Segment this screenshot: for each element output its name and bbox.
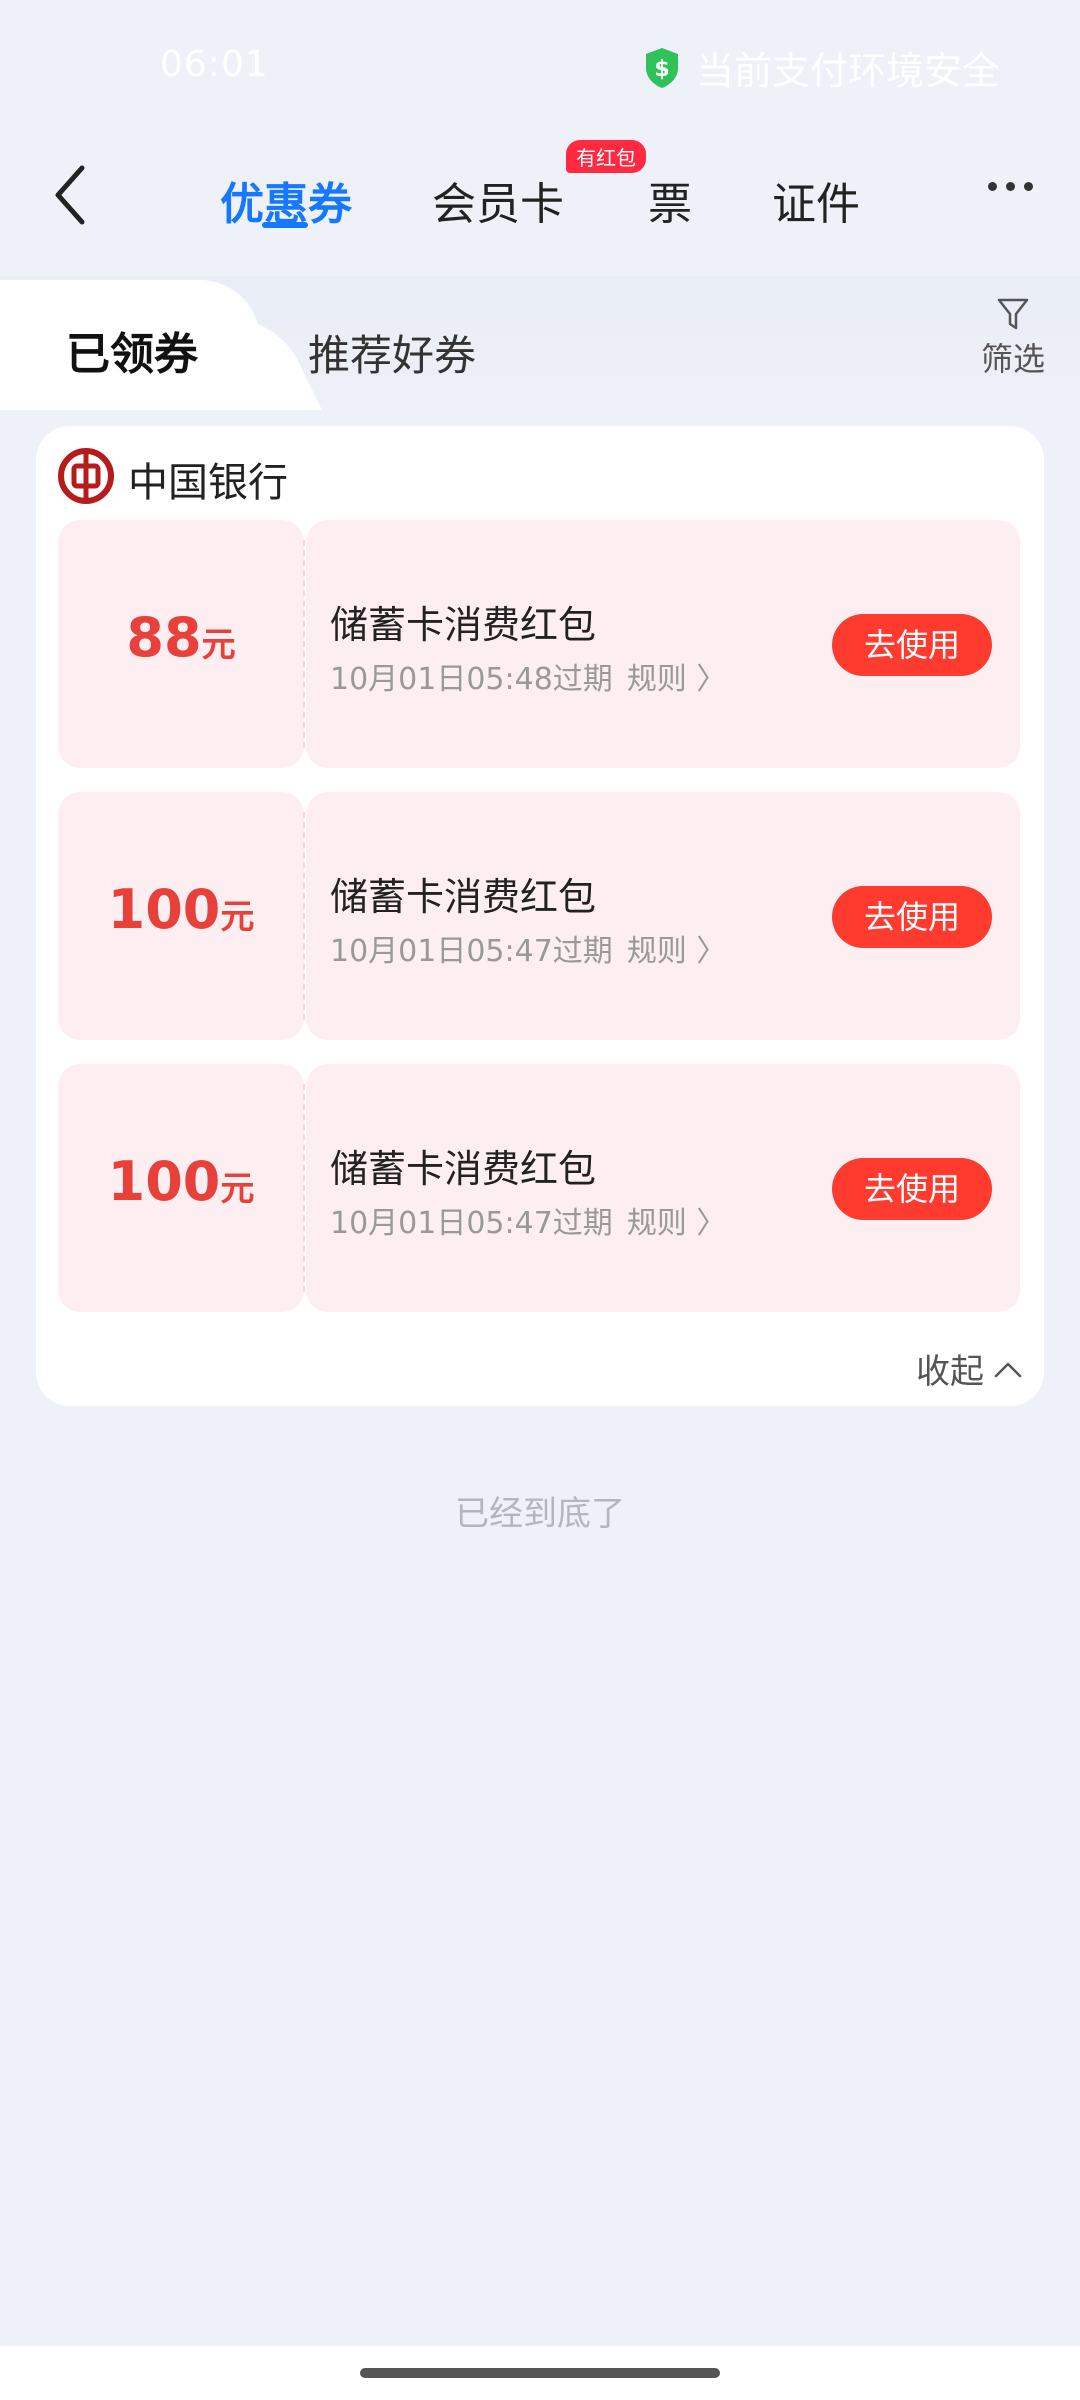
coupon-amount-unit: 元 (220, 897, 255, 937)
chevron-right-icon: 〉 (696, 934, 727, 969)
coupon-title: 储蓄卡消费红包 (330, 875, 597, 919)
coupon-expiry: 10月01日05:48过期 规则 〉 (330, 654, 726, 698)
coupon-amount-value: 100 (107, 1150, 221, 1213)
tab-certificates[interactable]: 证件 (772, 168, 860, 232)
security-text: 当前支付环境安全 (695, 49, 1000, 93)
subtab-recommended[interactable]: 推荐好券 (308, 322, 476, 383)
coupon-amount-unit: 元 (220, 1169, 255, 1209)
coupon-rules-label: 规则 (626, 662, 687, 697)
tab-tickets[interactable]: 票 (648, 168, 692, 232)
coupon-amount: 100元 (58, 878, 304, 941)
coupon-expiry: 10月01日05:47过期 规则 〉 (330, 1198, 726, 1242)
coupon-expiry-text: 10月01日05:47过期 (330, 1206, 613, 1241)
chevron-right-icon: 〉 (696, 662, 727, 697)
filter-button[interactable]: 筛选 (978, 296, 1048, 380)
coupon-amount: 88元 (58, 606, 304, 669)
coupon-amount-unit: 元 (201, 625, 236, 665)
coupon-expiry-text: 10月01日05:47过期 (330, 934, 613, 969)
filter-icon (997, 298, 1029, 330)
end-of-list-hint: 已经到底了 (455, 1494, 625, 1534)
coupon-rules-label: 规则 (626, 934, 687, 969)
filter-label: 筛选 (980, 340, 1045, 378)
active-tab-indicator (262, 222, 308, 228)
more-options-icon[interactable] (988, 182, 1033, 191)
coupon-title: 储蓄卡消费红包 (330, 1147, 597, 1191)
coupon-amount-value: 88 (126, 606, 202, 669)
svg-text:$: $ (654, 57, 669, 82)
back-icon[interactable] (46, 160, 96, 230)
bank-name: 中国银行 (128, 460, 288, 506)
shield-dollar-icon: $ (645, 47, 678, 88)
collapse-label: 收起 (916, 1352, 984, 1392)
coupon-rules-link[interactable]: 规则 〉 (627, 934, 727, 969)
chevron-right-icon: 〉 (696, 1206, 727, 1241)
collapse-button[interactable]: 收起 (916, 1344, 1022, 1393)
payment-security-indicator: $ 当前支付环境安全 (642, 40, 1000, 95)
tab-member-card[interactable]: 会员卡 (432, 168, 564, 232)
red-packet-badge: 有红包 (566, 140, 646, 173)
status-time: 06:01 (160, 44, 269, 85)
use-coupon-button[interactable]: 去使用 (832, 886, 992, 948)
use-coupon-button[interactable]: 去使用 (832, 1158, 992, 1220)
coupon-rules-link[interactable]: 规则 〉 (627, 662, 727, 697)
coupon-amount-value: 100 (107, 878, 221, 941)
chevron-up-icon (994, 1362, 1022, 1377)
coupon-amount: 100元 (58, 1150, 304, 1213)
subtab-received[interactable]: 已领券 (66, 318, 198, 382)
bank-of-china-logo (58, 448, 114, 504)
coupon-expiry: 10月01日05:47过期 规则 〉 (330, 926, 726, 970)
use-coupon-button[interactable]: 去使用 (832, 614, 992, 676)
home-indicator[interactable] (360, 2368, 720, 2378)
coupon-rules-label: 规则 (626, 1206, 687, 1241)
coupon-title: 储蓄卡消费红包 (330, 603, 597, 647)
coupon-rules-link[interactable]: 规则 〉 (627, 1206, 727, 1241)
coupon-expiry-text: 10月01日05:48过期 (330, 662, 613, 697)
